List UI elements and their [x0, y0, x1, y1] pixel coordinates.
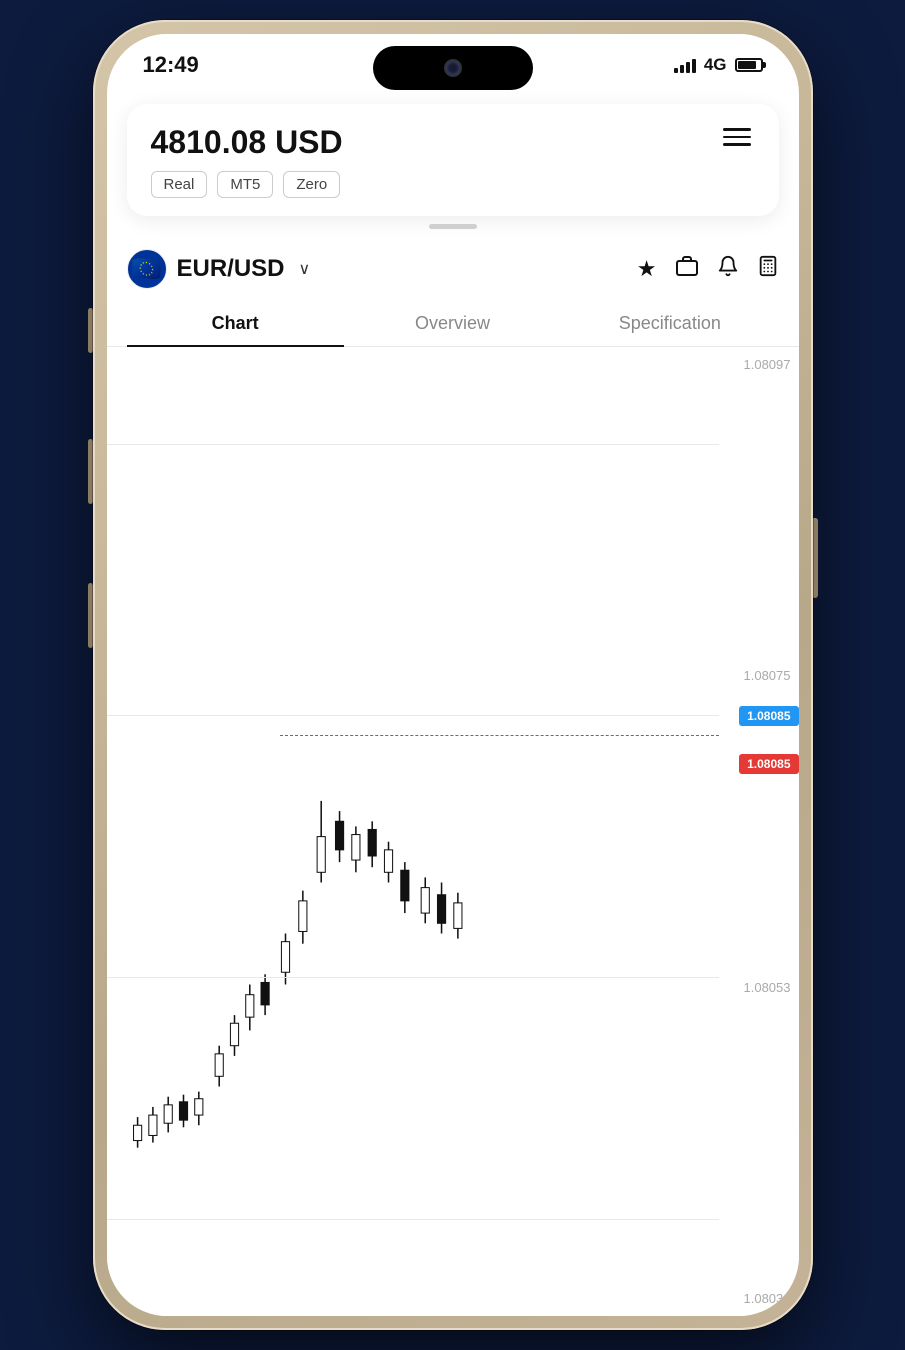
alert-icon[interactable] — [717, 255, 739, 283]
status-time: 12:49 — [143, 52, 199, 78]
symbol-dropdown-icon[interactable]: ∨ — [299, 259, 311, 279]
signal-icon — [674, 57, 696, 73]
calculator-icon[interactable] — [757, 255, 779, 283]
ask-price-badge: 1.08085 — [739, 754, 798, 774]
account-info: 4810.08 USD Real MT5 Zero — [151, 124, 343, 198]
symbol-header: 🇪🇺 EUR/USD ∨ ★ — [107, 237, 799, 297]
phone-screen: 12:49 4G 4810.08 USD Real MT5 Zero — [107, 34, 799, 1316]
volume-down-button[interactable] — [88, 439, 93, 504]
drag-handle — [429, 224, 477, 229]
tab-overview[interactable]: Overview — [344, 301, 561, 346]
symbol-actions: ★ — [637, 254, 779, 284]
price-label-1: 1.08097 — [716, 357, 791, 372]
phone-frame: 12:49 4G 4810.08 USD Real MT5 Zero — [93, 20, 813, 1330]
dynamic-island — [373, 46, 533, 90]
grid-line-2 — [107, 715, 719, 716]
status-icons: 4G — [674, 55, 763, 75]
trade-icon[interactable] — [675, 254, 699, 284]
current-price-line — [280, 735, 719, 736]
tab-bar: Chart Overview Specification — [107, 301, 799, 347]
account-card: 4810.08 USD Real MT5 Zero — [127, 104, 779, 216]
tab-chart[interactable]: Chart — [127, 301, 344, 346]
price-label-4: 1.08030 — [716, 1291, 791, 1306]
candlestick-chart — [107, 347, 719, 1316]
account-tags: Real MT5 Zero — [151, 171, 343, 198]
symbol-name: EUR/USD — [177, 255, 285, 283]
battery-icon — [735, 58, 763, 72]
bid-price-badge: 1.08085 — [739, 706, 798, 726]
price-label-2: 1.08075 — [716, 668, 791, 683]
camera-lens — [446, 61, 460, 75]
grid-line-3 — [107, 977, 719, 978]
chart-area[interactable]: 1.08097 1.08075 1.08053 1.08030 1.08085 … — [107, 347, 799, 1316]
symbol-info[interactable]: 🇪🇺 EUR/USD ∨ — [127, 249, 311, 289]
silent-switch[interactable] — [88, 583, 93, 648]
grid-line-1 — [107, 444, 719, 445]
tag-real[interactable]: Real — [151, 171, 208, 198]
grid-line-4 — [107, 1219, 719, 1220]
currency-flag: 🇪🇺 — [127, 249, 167, 289]
price-label-3: 1.08053 — [716, 980, 791, 995]
account-balance: 4810.08 USD — [151, 124, 343, 161]
tab-specification[interactable]: Specification — [561, 301, 778, 346]
favorite-icon[interactable]: ★ — [637, 256, 657, 282]
tag-mt5[interactable]: MT5 — [217, 171, 273, 198]
price-labels: 1.08097 1.08075 1.08053 1.08030 — [716, 347, 791, 1316]
tag-zero[interactable]: Zero — [283, 171, 340, 198]
network-type: 4G — [704, 55, 727, 75]
volume-up-button[interactable] — [88, 308, 93, 353]
menu-button[interactable] — [719, 124, 755, 150]
